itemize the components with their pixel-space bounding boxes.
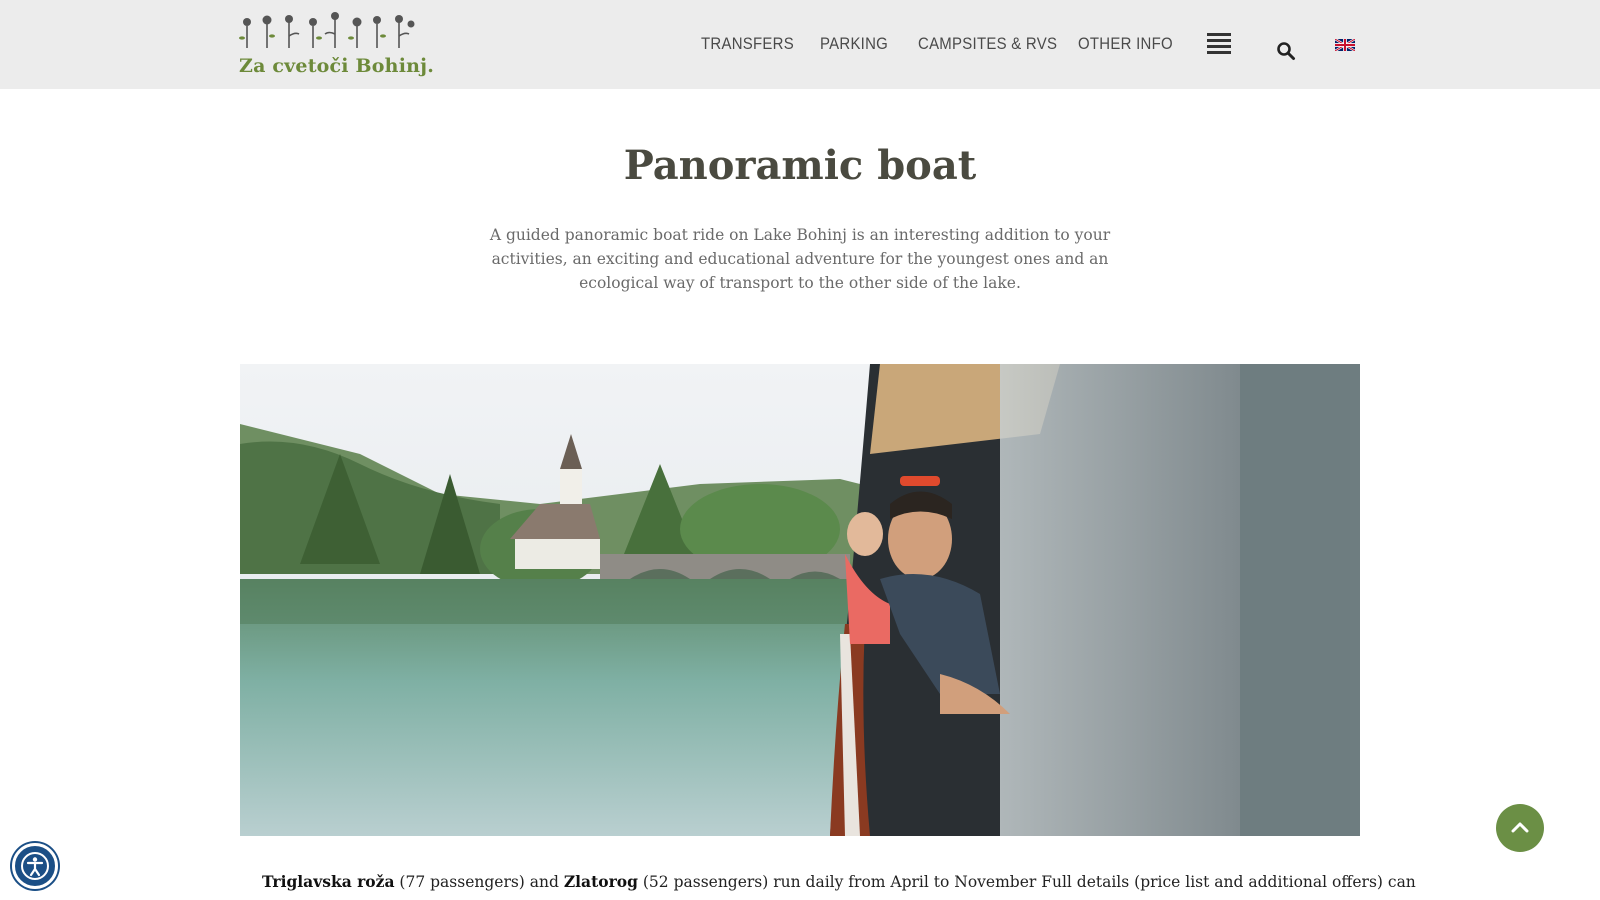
search-icon[interactable]	[1276, 41, 1296, 61]
accessibility-icon	[21, 852, 49, 880]
page-title: Panoramic boat	[623, 142, 977, 189]
uk-flag-icon[interactable]	[1335, 39, 1355, 51]
intro-paragraph: A guided panoramic boat ride on Lake Boh…	[489, 226, 1111, 292]
lake-boat-photo	[240, 364, 1360, 836]
boat-name-zlatorog: Zlatorog	[563, 872, 638, 891]
logo-text: Za cvetoči Bohinj.	[239, 55, 435, 77]
body-paragraph: Triglavska roža (77 passengers) and Zlat…	[262, 872, 1416, 891]
nav-campsites-rvs[interactable]: CAMPSITES & RVS	[918, 34, 1057, 54]
scroll-to-top-button[interactable]	[1496, 804, 1544, 852]
hamburger-menu-icon[interactable]	[1207, 33, 1231, 55]
flowers-logo-icon	[239, 12, 415, 48]
nav-transfers[interactable]: TRANSFERS	[701, 34, 794, 54]
nav-other-info[interactable]: OTHER INFO	[1078, 34, 1173, 54]
accessibility-button[interactable]	[12, 843, 58, 889]
site-header: Za cvetoči Bohinj. TRANSFERS PARKING CAM…	[0, 0, 1600, 89]
boat-info-1: (77 passengers) and	[394, 873, 564, 891]
hero-image	[240, 364, 1360, 836]
chevron-up-icon	[1511, 822, 1529, 833]
site-logo[interactable]: Za cvetoči Bohinj.	[239, 12, 434, 82]
boat-name-triglavska-roza: Triglavska roža	[262, 872, 395, 891]
boat-info-2: (52 passengers) run daily from April to …	[637, 873, 1416, 891]
nav-parking[interactable]: PARKING	[820, 34, 888, 54]
